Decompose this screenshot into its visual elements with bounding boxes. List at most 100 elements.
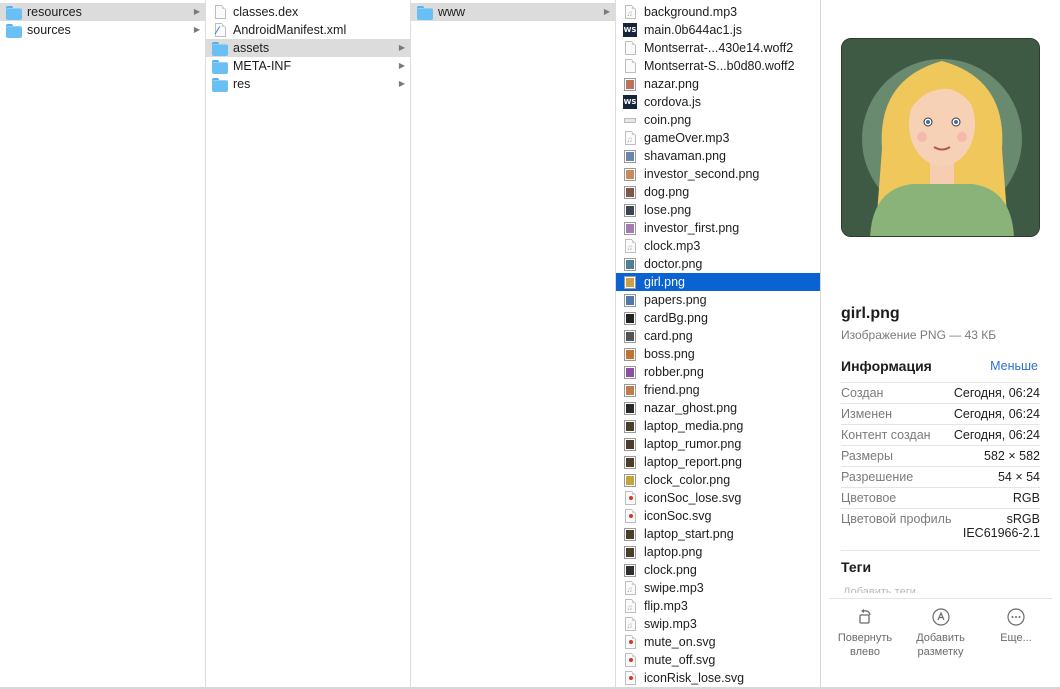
row-label: www: [438, 5, 466, 19]
file-row[interactable]: lose.png: [616, 201, 820, 219]
less-button[interactable]: Меньше: [990, 359, 1038, 373]
file-row[interactable]: clock.png: [616, 561, 820, 579]
file-row[interactable]: flip.mp3: [616, 597, 820, 617]
webstorm-file-icon: WS: [622, 94, 638, 110]
info-list: Создан Сегодня, 06:24 Изменен Сегодня, 06:…: [841, 382, 1040, 543]
svg-file-icon: [622, 652, 638, 668]
file-row[interactable]: nazar.png: [616, 75, 820, 93]
tags-input[interactable]: Добавить теги: [843, 583, 916, 593]
row-label: AndroidManifest.xml: [233, 23, 347, 37]
row-label: iconRisk_lose.svg: [644, 671, 745, 685]
info-color-profile: Цветовой профиль sRGB IEC61966-2.1: [841, 508, 1040, 543]
file-row[interactable]: boss.png: [616, 345, 820, 363]
file-row[interactable]: shavaman.png: [616, 147, 820, 165]
file-row[interactable]: robber.png: [616, 363, 820, 381]
file-row[interactable]: papers.png: [616, 291, 820, 309]
image-preview[interactable]: [841, 38, 1040, 237]
file-row[interactable]: iconSoc_lose.svg: [616, 489, 820, 507]
image-thumbnail-icon: [622, 184, 638, 200]
row-label: swip.mp3: [644, 617, 697, 631]
image-thumbnail-icon: [622, 76, 638, 92]
info-dimensions: Размеры 582 × 582: [841, 445, 1040, 466]
row-label: sources: [27, 23, 71, 37]
row-label: shavaman.png: [644, 149, 727, 163]
row-label: nazar_ghost.png: [644, 401, 738, 415]
file-row[interactable]: laptop.png: [616, 543, 820, 561]
markup-button[interactable]: Добавить разметку: [905, 607, 977, 658]
file-row[interactable]: swip.mp3: [616, 615, 820, 635]
file-row[interactable]: girl.png: [616, 273, 820, 291]
row-label: META-INF: [233, 59, 292, 73]
image-thumbnail-icon: [622, 454, 638, 470]
row-label: investor_first.png: [644, 221, 740, 235]
folder-row[interactable]: www ▶: [411, 3, 615, 21]
file-row[interactable]: cardBg.png: [616, 309, 820, 327]
file-row[interactable]: laptop_rumor.png: [616, 435, 820, 453]
row-label: girl.png: [644, 275, 685, 289]
image-thumbnail-icon: [622, 310, 638, 326]
audio-file-icon: [622, 580, 638, 599]
column-assets-children: www ▶: [411, 0, 616, 689]
info-heading: Информация: [841, 358, 932, 374]
row-label: investor_second.png: [644, 167, 760, 181]
file-row[interactable]: nazar_ghost.png: [616, 399, 820, 417]
row-label: dog.png: [644, 185, 690, 199]
row-label: papers.png: [644, 293, 707, 307]
xml-file-icon: [212, 22, 228, 40]
image-thumbnail-icon: [622, 346, 638, 362]
column-rows: classes.dex AndroidManifest.xml assets ▶ MET…: [206, 0, 410, 93]
rotate-left-button[interactable]: Повернуть влево: [829, 607, 901, 658]
file-row[interactable]: investor_second.png: [616, 165, 820, 183]
row-label: assets: [233, 41, 270, 55]
file-row[interactable]: doctor.png: [616, 255, 820, 273]
file-row[interactable]: Montserrat-S...b0d80.woff2: [616, 57, 820, 75]
image-thumbnail-icon: [622, 526, 638, 542]
image-thumbnail-icon: [622, 274, 638, 290]
image-thumbnail-icon: [622, 112, 638, 128]
file-row[interactable]: clock_color.png: [616, 471, 820, 489]
image-thumbnail-icon: [622, 382, 638, 398]
column-rows: resources ▶ sources ▶: [0, 0, 205, 39]
file-row[interactable]: card.png: [616, 327, 820, 345]
file-row[interactable]: background.mp3: [616, 3, 820, 23]
folder-row[interactable]: res ▶: [206, 75, 410, 93]
file-row[interactable]: coin.png: [616, 111, 820, 129]
file-row[interactable]: laptop_start.png: [616, 525, 820, 543]
image-thumbnail-icon: [622, 400, 638, 416]
folder-row[interactable]: resources ▶: [0, 3, 205, 21]
file-row[interactable]: iconRisk_lose.svg: [616, 669, 820, 687]
file-row[interactable]: laptop_report.png: [616, 453, 820, 471]
image-thumbnail-icon: [622, 328, 638, 344]
file-row[interactable]: iconSoc.svg: [616, 507, 820, 525]
audio-file-icon: [622, 4, 638, 23]
row-label: iconSoc.svg: [644, 509, 712, 523]
file-row[interactable]: mute_on.svg: [616, 633, 820, 651]
file-row[interactable]: swipe.mp3: [616, 579, 820, 599]
file-row[interactable]: friend.png: [616, 381, 820, 399]
file-row[interactable]: gameOver.mp3: [616, 129, 820, 149]
file-row[interactable]: clock.mp3: [616, 237, 820, 257]
row-label: robber.png: [644, 365, 704, 379]
chevron-right-icon: ▶: [398, 43, 405, 52]
audio-file-icon: [622, 130, 638, 149]
markup-icon: [931, 608, 950, 626]
folder-row[interactable]: sources ▶: [0, 21, 205, 39]
more-button[interactable]: Еще...: [980, 607, 1052, 658]
audio-file-icon: [622, 598, 638, 617]
file-row[interactable]: dog.png: [616, 183, 820, 201]
folder-row[interactable]: META-INF ▶: [206, 57, 410, 75]
image-thumbnail-icon: [622, 166, 638, 182]
file-row[interactable]: mute_off.svg: [616, 651, 820, 669]
row-label: clock_color.png: [644, 473, 731, 487]
row-label: boss.png: [644, 347, 695, 361]
audio-file-icon: [622, 238, 638, 257]
file-row[interactable]: WS main.0b644ac1.js: [616, 21, 820, 39]
folder-row[interactable]: assets ▶: [206, 39, 410, 57]
file-row[interactable]: classes.dex: [206, 3, 410, 21]
file-row[interactable]: investor_first.png: [616, 219, 820, 237]
row-label: cordova.js: [644, 95, 701, 109]
file-row[interactable]: Montserrat-...430e14.woff2: [616, 39, 820, 57]
file-row[interactable]: WS cordova.js: [616, 93, 820, 111]
file-row[interactable]: AndroidManifest.xml: [206, 21, 410, 40]
file-row[interactable]: laptop_media.png: [616, 417, 820, 435]
